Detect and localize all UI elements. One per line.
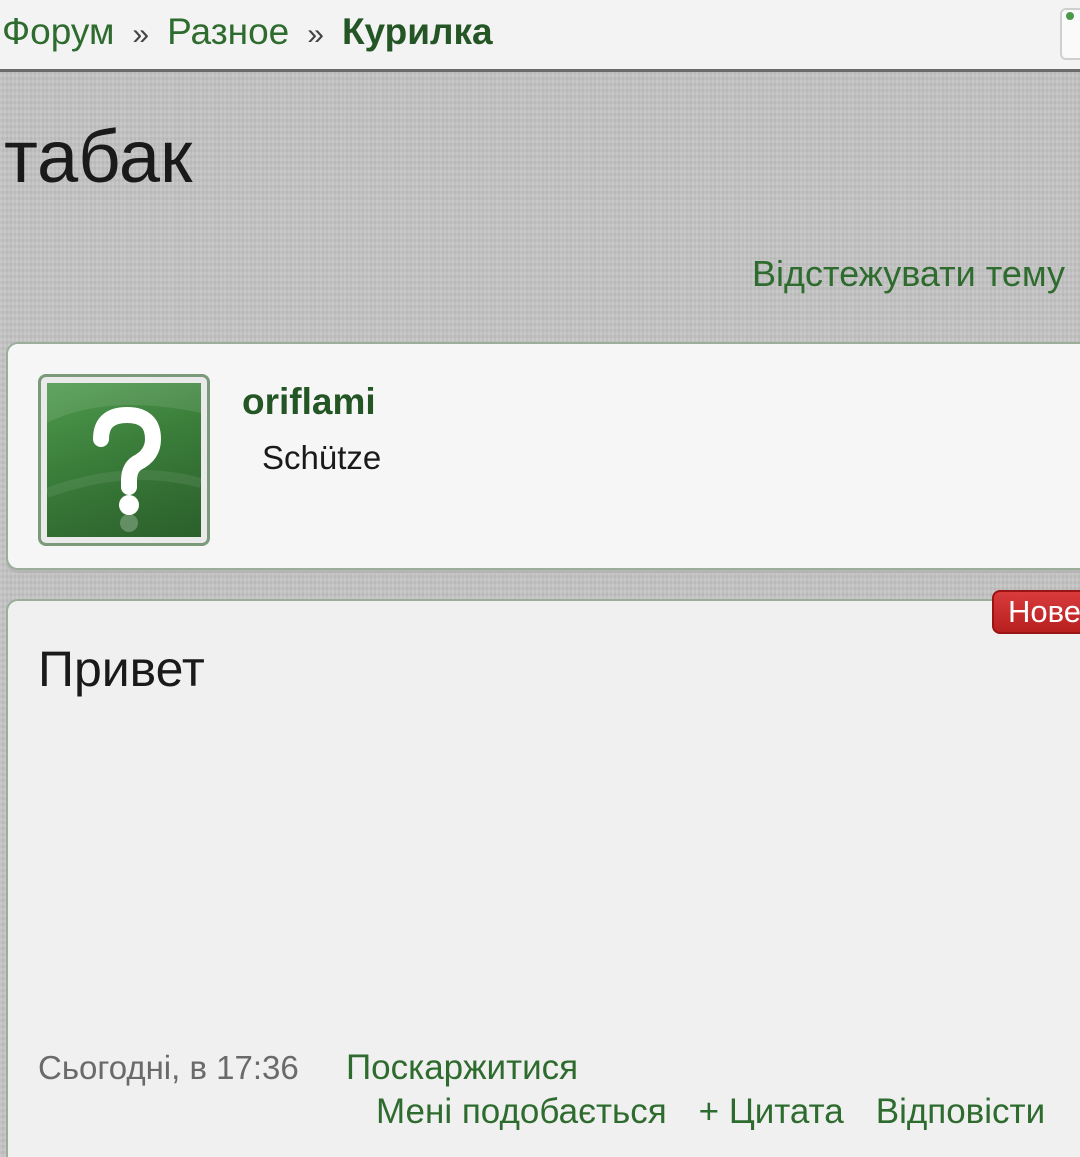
author-card: oriflami Schütze — [6, 342, 1080, 570]
avatar[interactable] — [38, 374, 210, 546]
breadcrumb-current[interactable]: Курилка — [342, 11, 493, 52]
breadcrumb-misc[interactable]: Разное — [167, 11, 289, 52]
reply-link[interactable]: Відповісти — [876, 1091, 1045, 1133]
post-text: Привет — [38, 641, 205, 697]
breadcrumb: Форум » Разное » Курилка — [2, 10, 493, 57]
top-bar: Форум » Разное » Курилка — [0, 0, 1080, 72]
breadcrumb-separator: » — [132, 18, 150, 51]
breadcrumb-forum[interactable]: Форум — [2, 11, 114, 52]
page-title: табак — [4, 115, 193, 198]
follow-topic-link[interactable]: Відстежувати тему — [752, 252, 1065, 296]
question-mark-icon — [47, 383, 201, 537]
like-link[interactable]: Мені подобається — [376, 1091, 667, 1133]
post-actions: Мені подобається + Цитата Відповісти — [376, 1091, 1045, 1133]
report-link[interactable]: Поскаржитися — [346, 1047, 578, 1089]
user-rank: Schütze — [262, 439, 382, 476]
breadcrumb-separator: » — [307, 18, 324, 51]
quote-link[interactable]: + Цитата — [699, 1091, 844, 1133]
new-badge: Нове — [992, 590, 1080, 634]
post-date: Сьогодні, в 17:36 — [38, 1049, 299, 1086]
post-card: Привет Сьогодні, в 17:36 Поскаржитися Ме… — [6, 599, 1080, 1157]
username-link[interactable]: oriflami — [242, 380, 376, 424]
page-icon[interactable] — [1060, 8, 1080, 60]
